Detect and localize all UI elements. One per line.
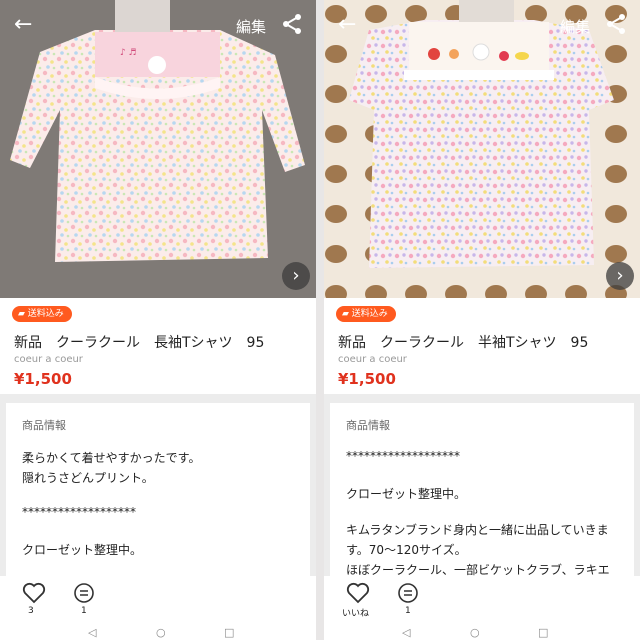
brand-name[interactable]: coeur a coeur [338, 354, 407, 365]
description-line: ******************* [22, 505, 136, 519]
share-icon[interactable] [280, 12, 304, 36]
system-nav-bar: ◁ ○ □ [324, 624, 640, 640]
edit-button[interactable]: 編集 [236, 16, 266, 37]
system-nav-bar: ◁ ○ □ [0, 624, 316, 640]
product-price: ¥1,500 [14, 370, 72, 388]
description-label: 商品情報 [22, 419, 66, 432]
listing-panel-right: ← 編集 › ▰ 送料込み 新品 クーラクール 半袖Tシャツ 95 coeur … [324, 0, 640, 640]
chevron-right-icon[interactable]: › [282, 262, 310, 290]
description-line: クローゼット整理中。 [346, 487, 467, 501]
description-line: キムラタンブランド身内と一緒に出品していきま [346, 523, 609, 537]
back-arrow-icon[interactable]: ← [14, 14, 32, 36]
description-line: す。70〜120サイズ。 [346, 543, 467, 557]
action-bar: いいね 1 [324, 576, 640, 624]
product-description: 商品情報 柔らかくて着せやすかったです。 隠れうさどんプリント。 *******… [6, 403, 310, 583]
product-title: 新品 クーラクール 長袖Tシャツ 95 [14, 335, 265, 351]
product-summary: ▰ 送料込み 新品 クーラクール 半袖Tシャツ 95 coeur a coeur… [324, 298, 640, 394]
action-bar: 3 1 [0, 576, 316, 624]
triangle-back-icon[interactable]: ◁ [88, 626, 96, 639]
like-count: 3 [28, 606, 34, 616]
comment-count: 1 [81, 606, 87, 616]
chevron-right-icon[interactable]: › [606, 262, 634, 290]
comment-icon[interactable] [396, 582, 420, 606]
description-line: クローゼット整理中。 [22, 543, 143, 557]
product-title: 新品 クーラクール 半袖Tシャツ 95 [338, 335, 589, 351]
product-price: ¥1,500 [338, 370, 396, 388]
triangle-back-icon[interactable]: ◁ [402, 626, 410, 639]
circle-home-icon[interactable]: ○ [470, 626, 480, 639]
truck-icon: ▰ [18, 309, 28, 319]
listing-panel-left: ♪ ♬ ← 編集 › ▰ 送料込み 新品 クーラクール 長袖Tシャツ 95 co… [0, 0, 316, 640]
svg-text:♪ ♬: ♪ ♬ [120, 48, 137, 58]
description-line: ******************* [346, 449, 460, 463]
comment-icon[interactable] [72, 582, 96, 606]
square-recent-icon[interactable]: □ [538, 626, 548, 639]
product-photo[interactable]: ← 編集 › [324, 0, 640, 298]
circle-home-icon[interactable]: ○ [156, 626, 166, 639]
free-shipping-badge: ▰ 送料込み [336, 306, 396, 322]
share-icon[interactable] [604, 12, 628, 36]
brand-name[interactable]: coeur a coeur [14, 354, 83, 365]
edit-button[interactable]: 編集 [560, 16, 590, 37]
free-shipping-badge: ▰ 送料込み [12, 306, 72, 322]
product-summary: ▰ 送料込み 新品 クーラクール 長袖Tシャツ 95 coeur a coeur… [0, 298, 316, 394]
description-label: 商品情報 [346, 419, 390, 432]
product-photo[interactable]: ♪ ♬ ← 編集 › [0, 0, 316, 298]
back-arrow-icon[interactable]: ← [338, 14, 356, 36]
comment-count: 1 [405, 606, 411, 616]
square-recent-icon[interactable]: □ [224, 626, 234, 639]
truck-icon: ▰ [342, 309, 352, 319]
heart-icon[interactable] [346, 582, 370, 604]
product-description: 商品情報 ******************* クローゼット整理中。 キムラタ… [330, 403, 634, 583]
description-line: 隠れうさどんプリント。 [22, 471, 154, 485]
description-line: 柔らかくて着せやすかったです。 [22, 451, 201, 465]
heart-icon[interactable] [22, 582, 46, 604]
like-label: いいね [342, 609, 370, 619]
